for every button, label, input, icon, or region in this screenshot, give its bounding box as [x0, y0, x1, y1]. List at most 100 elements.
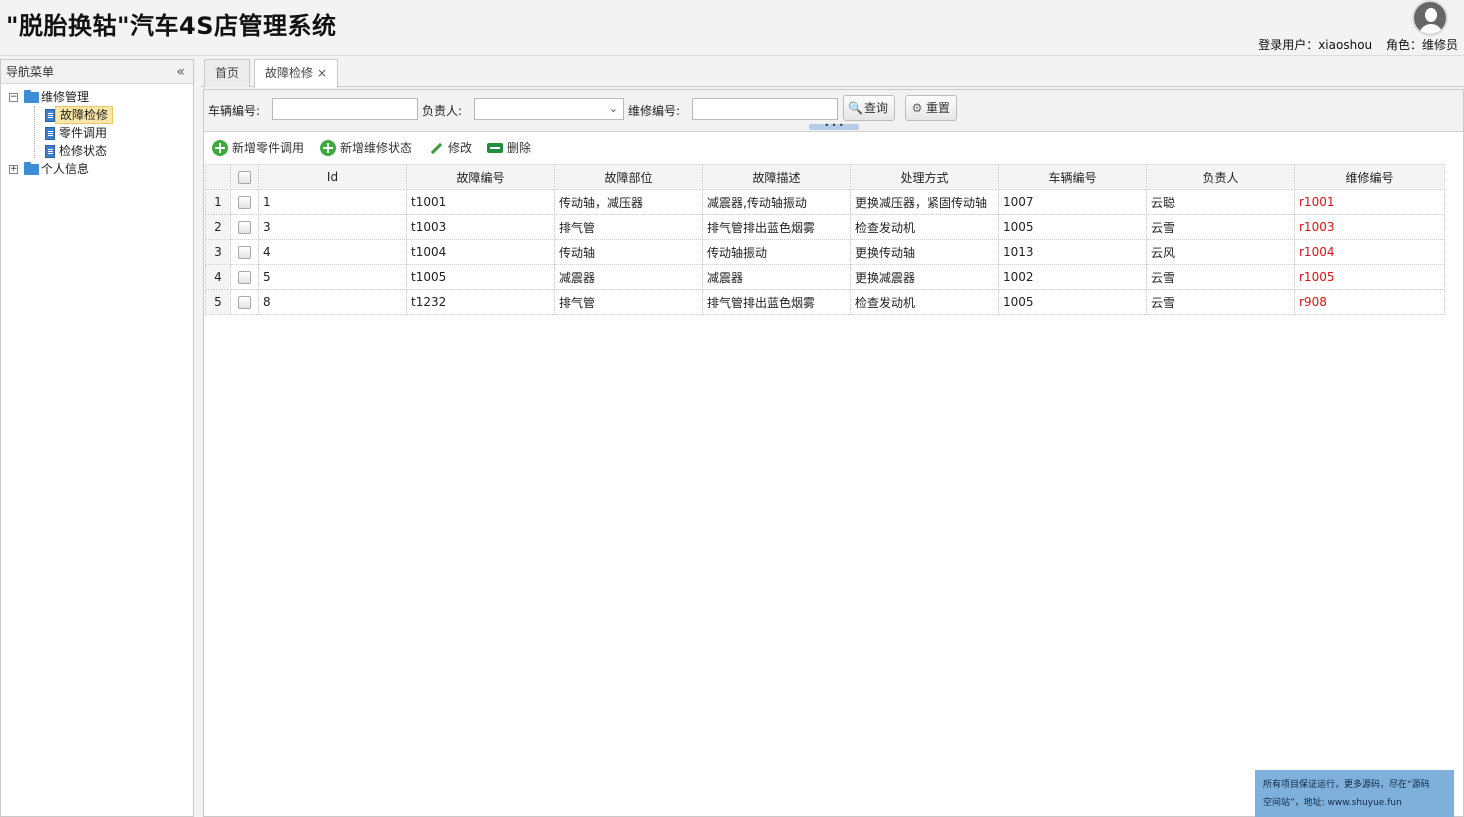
- column-header[interactable]: 维修编号: [1294, 164, 1445, 190]
- user-info: 登录用户：xiaoshou 角色：维修员: [1254, 36, 1458, 53]
- owner-select[interactable]: ⌄: [474, 98, 624, 120]
- delete-label: 删除: [507, 141, 532, 155]
- fault-table: Id 故障编号 故障部位 故障描述 处理方式 车辆编号 负责人 维修编号 1 1…: [205, 164, 1445, 315]
- row-number: 4: [205, 264, 231, 290]
- role-label: 角色：: [1385, 38, 1422, 52]
- cell-id: 5: [258, 264, 407, 290]
- cell-fault-code: t1003: [406, 214, 555, 240]
- content-panel: 车辆编号: 负责人: ⌄ 维修编号: 🔍查询 ⚙ 重置 • • • 新增零件调用 …: [203, 89, 1464, 817]
- promo-line: 空间站”，地址: www.shuyue.fun: [1263, 798, 1402, 808]
- user-avatar[interactable]: [1412, 0, 1448, 36]
- cell-method: 检查发动机: [850, 289, 999, 315]
- checkbox-box[interactable]: [238, 171, 251, 184]
- avatar-body-shape: [1419, 24, 1443, 34]
- checkbox-box[interactable]: [238, 221, 251, 234]
- select-all-checkbox[interactable]: [230, 164, 259, 190]
- folder-open-icon: [24, 90, 39, 103]
- cell-repair-id: r1003: [1294, 214, 1445, 240]
- cell-vehicle-id: 1007: [998, 189, 1147, 215]
- collapse-tree-icon[interactable]: −: [9, 93, 18, 102]
- row-number: 1: [205, 189, 231, 215]
- cell-id: 1: [258, 189, 407, 215]
- tree-item-repair-status[interactable]: 检修状态: [1, 142, 193, 160]
- cell-fault-part: 排气管: [554, 214, 703, 240]
- action-toolbar: 新增零件调用 新增维修状态 修改 删除: [204, 133, 1463, 163]
- cell-fault-desc: 排气管排出蓝色烟雾: [702, 214, 851, 240]
- pencil-icon: [428, 140, 444, 156]
- row-checkbox[interactable]: [230, 189, 259, 215]
- tab-fault-repair[interactable]: 故障检修 ×: [254, 59, 339, 88]
- vehicle-id-label: 车辆编号:: [208, 104, 261, 118]
- add-part-usage-button[interactable]: 新增零件调用: [212, 140, 304, 156]
- cell-owner: 云风: [1146, 239, 1295, 265]
- row-checkbox[interactable]: [230, 289, 259, 315]
- table-row[interactable]: 1 1 t1001 传动轴，减压器 减震器,传动轴振动 更换减压器，紧固传动轴 …: [205, 189, 1445, 215]
- table-row[interactable]: 2 3 t1003 排气管 排气管排出蓝色烟雾 检查发动机 1005 云雪 r1…: [205, 214, 1445, 240]
- checkbox-box[interactable]: [238, 296, 251, 309]
- cell-fault-desc: 排气管排出蓝色烟雾: [702, 289, 851, 315]
- tree-group-maintenance[interactable]: − 维修管理: [1, 88, 193, 106]
- row-number: 2: [205, 214, 231, 240]
- cell-vehicle-id: 1005: [998, 214, 1147, 240]
- tree-item-label: 故障检修: [55, 106, 114, 124]
- nav-tree: − 维修管理 故障检修 零件调用 检修状态 + 个人信息: [1, 84, 193, 178]
- tab-bar: 首页 故障检修 ×: [201, 56, 1464, 88]
- cell-fault-desc: 传动轴振动: [702, 239, 851, 265]
- column-header[interactable]: Id: [258, 164, 407, 190]
- row-checkbox[interactable]: [230, 264, 259, 290]
- tab-label: 首页: [215, 66, 240, 80]
- row-number: 3: [205, 239, 231, 265]
- cell-owner: 云雪: [1146, 289, 1295, 315]
- column-header[interactable]: 故障编号: [406, 164, 555, 190]
- cell-fault-desc: 减震器,传动轴振动: [702, 189, 851, 215]
- promo-line: 所有项目保证运行，更多源码，尽在“源码: [1263, 780, 1430, 790]
- add-repair-status-button[interactable]: 新增维修状态: [320, 140, 412, 156]
- column-header[interactable]: 负责人: [1146, 164, 1295, 190]
- cell-id: 8: [258, 289, 407, 315]
- tree-group-personal-info[interactable]: + 个人信息: [1, 160, 193, 178]
- nav-header-title: 导航菜单: [6, 65, 55, 79]
- vehicle-id-input[interactable]: [272, 98, 418, 120]
- repair-id-label: 维修编号:: [628, 104, 681, 118]
- column-header[interactable]: 车辆编号: [998, 164, 1147, 190]
- cell-fault-part: 排气管: [554, 289, 703, 315]
- checkbox-box[interactable]: [238, 271, 251, 284]
- table-row[interactable]: 3 4 t1004 传动轴 传动轴振动 更换传动轴 1013 云风 r1004: [205, 239, 1445, 265]
- collapse-icon[interactable]: «: [176, 60, 185, 84]
- delete-button[interactable]: 删除: [487, 140, 531, 156]
- edit-label: 修改: [448, 141, 473, 155]
- cell-fault-part: 减震器: [554, 264, 703, 290]
- tree-item-fault-repair[interactable]: 故障检修: [1, 106, 193, 124]
- add-repair-status-label: 新增维修状态: [340, 141, 413, 155]
- column-header[interactable]: 故障部位: [554, 164, 703, 190]
- cell-method: 更换减压器，紧固传动轴: [850, 189, 999, 215]
- query-button[interactable]: 🔍查询: [843, 95, 896, 121]
- table-row[interactable]: 4 5 t1005 减震器 减震器 更换减震器 1002 云雪 r1005: [205, 264, 1445, 290]
- reset-button-label: 重置: [926, 101, 951, 115]
- checkbox-box[interactable]: [238, 196, 251, 209]
- promo-notice[interactable]: 所有项目保证运行，更多源码，尽在“源码 空间站”，地址: www.shuyue.…: [1255, 770, 1454, 817]
- table-row[interactable]: 5 8 t1232 排气管 排气管排出蓝色烟雾 检查发动机 1005 云雪 r9…: [205, 289, 1445, 315]
- cell-id: 3: [258, 214, 407, 240]
- login-label: 登录用户：: [1258, 38, 1319, 52]
- column-header[interactable]: 处理方式: [850, 164, 999, 190]
- tree-item-part-usage[interactable]: 零件调用: [1, 124, 193, 142]
- tree-item-label: 检修状态: [59, 144, 108, 158]
- reset-button[interactable]: ⚙ 重置: [905, 95, 958, 121]
- search-collapse-handle[interactable]: • • •: [809, 122, 859, 130]
- checkbox-box[interactable]: [238, 246, 251, 259]
- row-checkbox[interactable]: [230, 214, 259, 240]
- cell-vehicle-id: 1002: [998, 264, 1147, 290]
- edit-button[interactable]: 修改: [428, 140, 472, 156]
- expand-tree-icon[interactable]: +: [9, 165, 18, 174]
- tab-home[interactable]: 首页: [204, 59, 251, 87]
- repair-id-input[interactable]: [692, 98, 838, 120]
- add-icon: [212, 140, 228, 156]
- row-checkbox[interactable]: [230, 239, 259, 265]
- column-header[interactable]: 故障描述: [702, 164, 851, 190]
- search-bar: 车辆编号: 负责人: ⌄ 维修编号: 🔍查询 ⚙ 重置 • • •: [204, 90, 1463, 132]
- cell-repair-id: r1001: [1294, 189, 1445, 215]
- avatar-head-shape: [1425, 8, 1437, 22]
- close-icon[interactable]: ×: [317, 66, 327, 80]
- table-header-row: Id 故障编号 故障部位 故障描述 处理方式 车辆编号 负责人 维修编号: [205, 164, 1445, 190]
